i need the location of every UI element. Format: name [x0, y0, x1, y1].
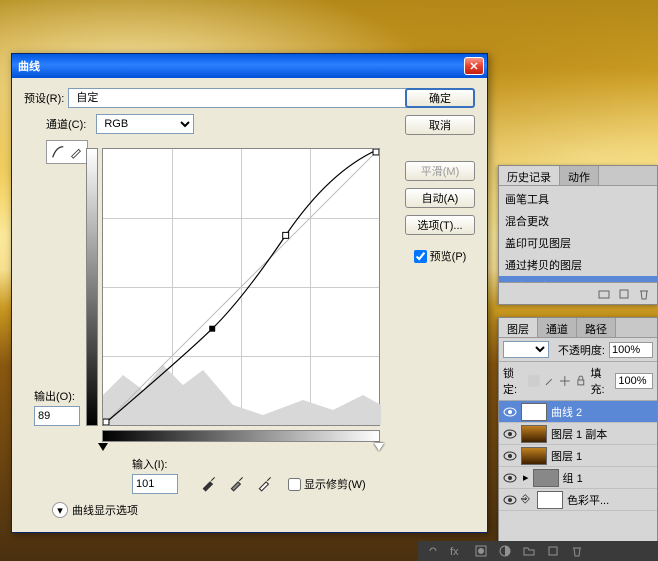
history-item[interactable]: 混合更改 — [499, 210, 657, 232]
layer-thumb — [521, 403, 547, 421]
curve-tool-box — [46, 140, 88, 164]
curve-options-label: 曲线显示选项 — [72, 502, 138, 518]
layer-name: 图层 1 副本 — [551, 426, 607, 442]
blend-mode-select[interactable] — [503, 341, 549, 358]
preview-checkbox[interactable]: 预览(P) — [414, 248, 467, 264]
tab-channels[interactable]: 通道 — [538, 318, 577, 337]
trash-icon[interactable] — [570, 544, 584, 558]
white-point-slider[interactable] — [374, 443, 384, 451]
cancel-button[interactable]: 取消 — [405, 115, 475, 135]
output-input[interactable] — [34, 406, 80, 426]
layer-row[interactable]: 图层 1 — [499, 445, 657, 467]
new-layer-icon[interactable] — [546, 544, 560, 558]
output-gradient — [86, 148, 98, 426]
curve-point-icon[interactable] — [51, 145, 65, 159]
folder-thumb — [533, 469, 559, 487]
output-label: 输出(O): — [34, 388, 80, 404]
black-eyedropper-icon[interactable] — [200, 474, 218, 492]
layer-row[interactable]: 曲线 2 — [499, 401, 657, 423]
history-item[interactable]: 画笔工具 — [499, 188, 657, 210]
preset-select[interactable]: 自定 — [68, 88, 455, 108]
new-state-icon[interactable] — [617, 287, 631, 301]
layer-name: 曲线 2 — [551, 404, 582, 420]
new-snapshot-icon[interactable] — [597, 287, 611, 301]
gray-eyedropper-icon[interactable] — [228, 474, 246, 492]
dialog-title: 曲线 — [18, 58, 464, 74]
visibility-icon[interactable] — [503, 471, 517, 485]
visibility-icon[interactable] — [503, 449, 517, 463]
lock-transparency-icon[interactable] — [528, 374, 540, 388]
channel-label: 通道(C): — [46, 116, 86, 132]
adjustment-icon[interactable] — [498, 544, 512, 558]
curves-graph[interactable] — [102, 148, 380, 426]
titlebar[interactable]: 曲线 ✕ — [12, 54, 487, 78]
history-panel: 历史记录 动作 画笔工具 混合更改 盖印可见图层 通过拷贝的图层 混合更改 — [498, 165, 658, 305]
expand-options-button[interactable]: ▾ — [52, 502, 68, 518]
tab-actions[interactable]: 动作 — [560, 166, 599, 185]
black-point-slider[interactable] — [98, 443, 108, 451]
smooth-button[interactable]: 平滑(M) — [405, 161, 475, 181]
auto-button[interactable]: 自动(A) — [405, 188, 475, 208]
curve-pencil-icon[interactable] — [69, 145, 83, 159]
preset-label: 预设(R): — [24, 90, 64, 106]
input-input[interactable] — [132, 474, 178, 494]
opacity-field[interactable]: 100% — [609, 342, 653, 358]
fx-icon[interactable]: fx — [450, 544, 464, 558]
fill-label: 填充: — [591, 365, 612, 397]
svg-text:fx: fx — [450, 546, 459, 558]
curve-line[interactable] — [103, 149, 379, 425]
layers-panel: 图层 通道 路径 不透明度: 100% 锁定: 填充: 100% 曲线 2 图层… — [498, 317, 658, 555]
lock-brush-icon[interactable] — [544, 374, 556, 388]
white-eyedropper-icon[interactable] — [256, 474, 274, 492]
layer-row[interactable]: ▸ 组 1 — [499, 467, 657, 489]
close-button[interactable]: ✕ — [464, 57, 484, 75]
tab-layers[interactable]: 图层 — [499, 318, 538, 337]
curves-dialog: 曲线 ✕ 预设(R): 自定 通道(C): RGB — [11, 53, 488, 533]
opacity-label: 不透明度: — [558, 342, 605, 358]
layer-name: 组 1 — [563, 470, 583, 486]
layer-thumb — [521, 425, 547, 443]
layer-row[interactable]: 图层 1 副本 — [499, 423, 657, 445]
visibility-icon[interactable] — [503, 493, 517, 507]
layer-thumb — [521, 447, 547, 465]
channel-select[interactable]: RGB — [96, 114, 194, 134]
tab-history[interactable]: 历史记录 — [499, 166, 560, 185]
layers-footer: fx — [418, 541, 658, 561]
history-item[interactable]: 盖印可见图层 — [499, 232, 657, 254]
input-gradient — [102, 430, 380, 442]
eyedropper-group — [200, 474, 274, 492]
visibility-icon[interactable] — [503, 405, 517, 419]
link-icon[interactable] — [426, 544, 440, 558]
layer-row[interactable]: ⎆ 色彩平... — [499, 489, 657, 511]
layer-name: 图层 1 — [551, 448, 582, 464]
lock-all-icon[interactable] — [575, 374, 587, 388]
options-button[interactable]: 选项(T)... — [405, 215, 475, 235]
trash-icon[interactable] — [637, 287, 651, 301]
show-clipping-checkbox[interactable]: 显示修剪(W) — [288, 476, 366, 492]
lock-move-icon[interactable] — [559, 374, 571, 388]
folder-icon[interactable] — [522, 544, 536, 558]
fill-field[interactable]: 100% — [615, 373, 653, 389]
ok-button[interactable]: 确定 — [405, 88, 475, 108]
layer-name: 色彩平... — [567, 492, 609, 508]
layer-thumb — [537, 491, 563, 509]
mask-icon[interactable] — [474, 544, 488, 558]
visibility-icon[interactable] — [503, 427, 517, 441]
history-item[interactable]: 通过拷贝的图层 — [499, 254, 657, 276]
lock-label: 锁定: — [503, 365, 524, 397]
input-label: 输入(I): — [132, 456, 178, 472]
tab-paths[interactable]: 路径 — [577, 318, 616, 337]
